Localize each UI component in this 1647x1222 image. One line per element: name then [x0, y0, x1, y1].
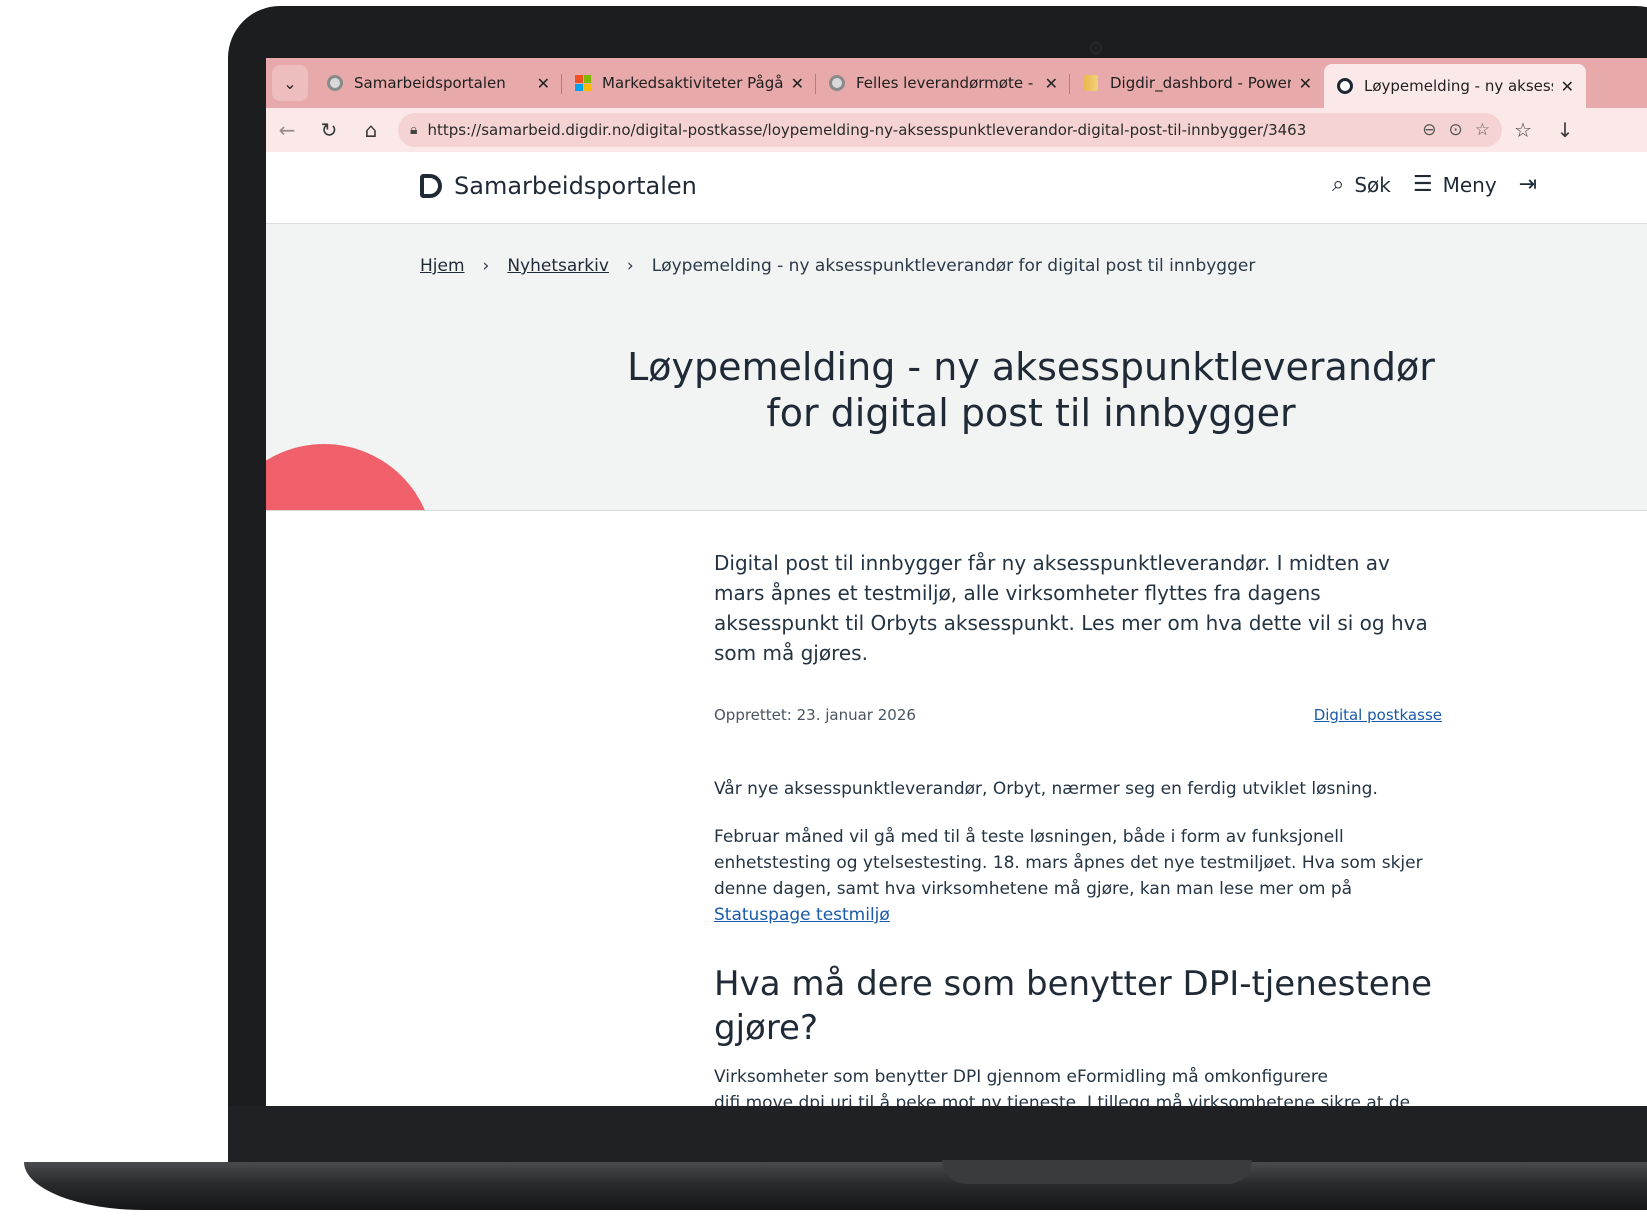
- laptop-notch: [942, 1160, 1252, 1184]
- paragraph-text: Februar måned vil gå med til å teste løs…: [714, 827, 1423, 899]
- close-icon[interactable]: ✕: [1045, 74, 1058, 93]
- tab-markedsaktiviteter[interactable]: Markedsaktiviteter Pågående ✕: [562, 64, 816, 102]
- tab-title: Markedsaktiviteter Pågående: [602, 74, 783, 92]
- tab-loypemelding[interactable]: Løypemelding - ny aksesspun ✕: [1324, 64, 1586, 108]
- site-info-icon[interactable]: 🔒︎: [410, 122, 417, 138]
- tab-samarbeidsportalen[interactable]: Samarbeidsportalen ✕: [314, 64, 562, 102]
- favorites-icon[interactable]: ☆: [1502, 118, 1544, 142]
- url-text: https://samarbeid.digdir.no/digital-post…: [427, 121, 1307, 139]
- chevron-right-icon: ›: [626, 256, 634, 276]
- search-label: Søk: [1354, 172, 1391, 197]
- paragraph: Februar måned vil gå med til å teste løs…: [714, 824, 1442, 928]
- star-icon[interactable]: ☆: [1475, 120, 1490, 140]
- zoom-icon[interactable]: ⊖: [1422, 120, 1436, 140]
- tab-strip: ⌄ Samarbeidsportalen ✕ Markedsaktivitete…: [266, 58, 1647, 108]
- laptop-chin: [228, 1106, 1647, 1162]
- article-lead: Digital post til innbygger får ny aksess…: [714, 551, 1428, 665]
- camera: [1090, 42, 1102, 54]
- tab-digdir-dashbord[interactable]: Digdir_dashbord - Power BI ✕: [1070, 64, 1324, 102]
- reload-icon[interactable]: ↻: [308, 118, 350, 142]
- breadcrumb-home[interactable]: Hjem: [420, 256, 465, 276]
- home-icon[interactable]: ⌂: [350, 118, 392, 142]
- browser-toolbar: ← ↻ ⌂ 🔒︎ https://samarbeid.digdir.no/dig…: [266, 108, 1647, 152]
- section-heading: Hva må dere som benytter DPI-tjenestene …: [714, 964, 1433, 1048]
- created-date: Opprettet: 23. januar 2026: [714, 706, 916, 724]
- powerbi-icon: [1082, 74, 1100, 92]
- more-icon[interactable]: ⊙: [1449, 120, 1463, 140]
- tab-felles-leverandormote[interactable]: Felles leverandørmøte - samh ✕: [816, 64, 1070, 102]
- site-name: Samarbeidsportalen: [454, 172, 697, 200]
- page-title: Løypemelding - ny aksesspunktleverandør …: [566, 344, 1496, 436]
- download-icon[interactable]: ↓: [1544, 118, 1586, 142]
- decorative-shape: [266, 444, 434, 510]
- breadcrumb-archive[interactable]: Nyhetsarkiv: [507, 256, 609, 276]
- tab-list-button[interactable]: ⌄: [272, 65, 308, 101]
- chevron-down-icon: ⌄: [283, 73, 297, 93]
- screen: ⌄ Samarbeidsportalen ✕ Markedsaktivitete…: [266, 58, 1647, 1106]
- close-icon[interactable]: ✕: [537, 74, 550, 93]
- breadcrumb: Hjem › Nyhetsarkiv › Løypemelding - ny a…: [420, 256, 1255, 276]
- address-bar[interactable]: 🔒︎ https://samarbeid.digdir.no/digital-p…: [398, 113, 1502, 147]
- close-icon[interactable]: ✕: [1561, 77, 1574, 96]
- back-icon[interactable]: ←: [266, 118, 308, 142]
- menu-label: Meny: [1442, 172, 1497, 197]
- chevron-right-icon: ›: [482, 256, 490, 276]
- site-header: Samarbeidsportalen ⌕ Søk ☰ Meny ⇥: [266, 152, 1647, 224]
- digdir-icon: [1336, 77, 1354, 95]
- samarbeid-icon: [828, 74, 846, 92]
- title-line-1: Løypemelding - ny aksesspunktleverandør: [627, 345, 1435, 389]
- article-meta: Opprettet: 23. januar 2026 Digital postk…: [714, 706, 1442, 724]
- close-icon[interactable]: ✕: [1299, 74, 1312, 93]
- search-icon: ⌕: [1332, 172, 1345, 197]
- title-line-2: for digital post til innbygger: [766, 391, 1296, 435]
- header-nav: ⌕ Søk ☰ Meny ⇥: [1332, 172, 1537, 197]
- login-icon: ⇥: [1518, 172, 1538, 197]
- tab-title: Samarbeidsportalen: [354, 74, 506, 92]
- category-link[interactable]: Digital postkasse: [1314, 706, 1442, 724]
- breadcrumb-current: Løypemelding - ny aksesspunktleverandør …: [651, 256, 1256, 276]
- tab-title: Felles leverandørmøte - samh: [856, 74, 1037, 92]
- digdir-logo-icon: [420, 174, 442, 198]
- close-icon[interactable]: ✕: [791, 74, 804, 93]
- site-logo[interactable]: Samarbeidsportalen: [420, 172, 697, 200]
- menu-button[interactable]: ☰ Meny: [1413, 172, 1497, 197]
- paragraph: Virksomheter som benytter DPI gjennom eF…: [714, 1067, 1411, 1106]
- microsoft-icon: [574, 74, 592, 92]
- article-body: Digital post til innbygger får ny aksess…: [714, 548, 1442, 1106]
- laptop-base: [24, 1162, 1647, 1210]
- samarbeid-icon: [326, 74, 344, 92]
- statuspage-link[interactable]: Statuspage testmiljø: [714, 905, 890, 925]
- tab-title: Digdir_dashbord - Power BI: [1110, 74, 1291, 92]
- paragraph: Vår nye aksesspunktleverandør, Orbyt, næ…: [714, 779, 1378, 799]
- login-button[interactable]: ⇥: [1519, 172, 1537, 197]
- hero: Hjem › Nyhetsarkiv › Løypemelding - ny a…: [266, 224, 1647, 511]
- tab-title: Løypemelding - ny aksesspun: [1364, 77, 1553, 95]
- search-button[interactable]: ⌕ Søk: [1332, 172, 1391, 197]
- hamburger-icon: ☰: [1412, 172, 1433, 197]
